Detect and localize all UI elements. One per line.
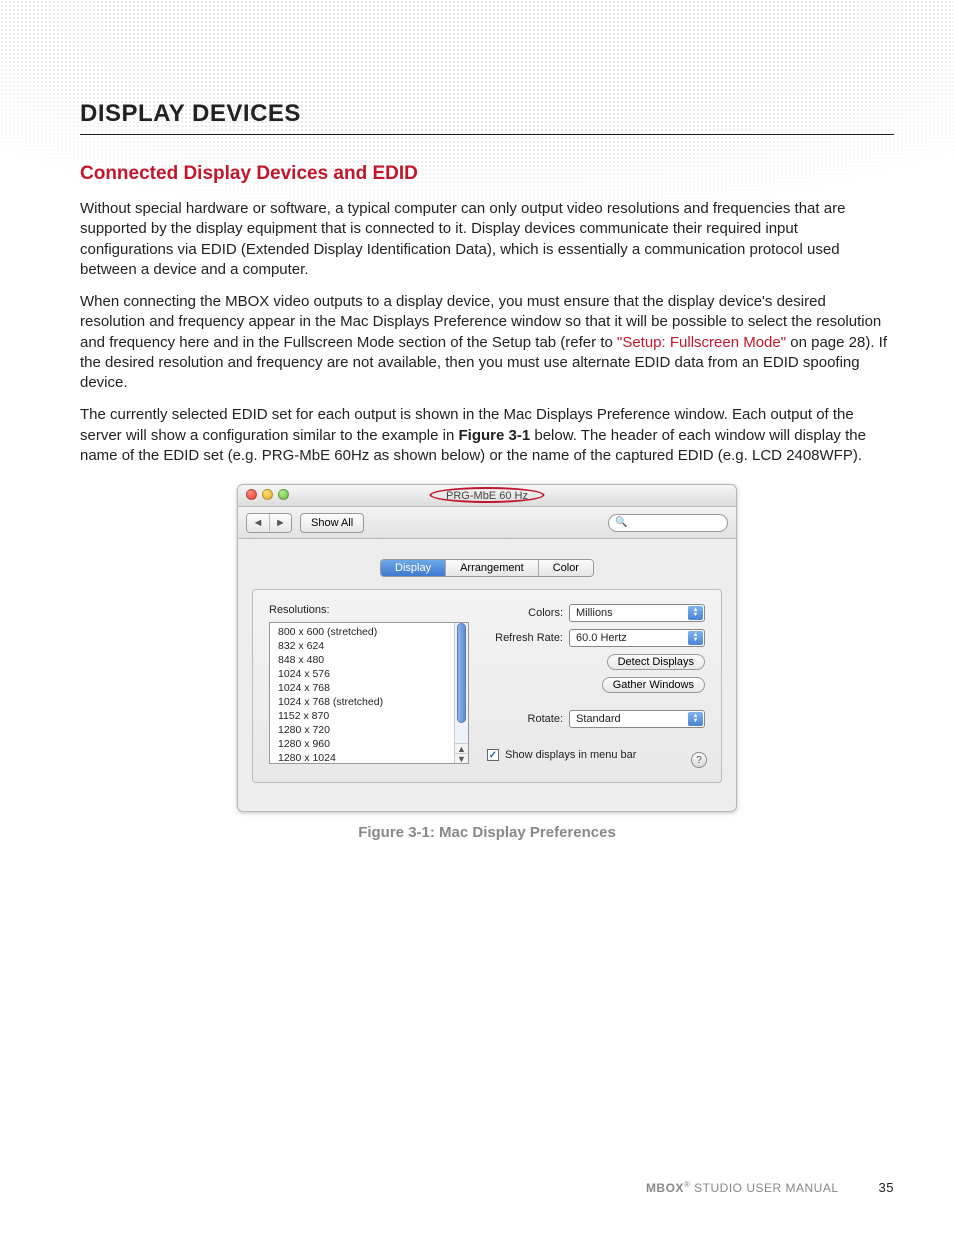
search-field[interactable]: 🔍: [608, 514, 728, 532]
window-titlebar: PRG-MbE 60 Hz: [238, 485, 736, 507]
back-button[interactable]: ◄: [247, 514, 269, 532]
select-caret-icon: ▲▼: [688, 606, 703, 620]
figure-ref: Figure 3-1: [459, 427, 531, 444]
forward-button[interactable]: ►: [269, 514, 291, 532]
select-caret-icon: ▲▼: [688, 631, 703, 645]
window-title: PRG-MbE 60 Hz: [446, 490, 528, 502]
resolution-item[interactable]: 1024 x 576: [270, 667, 468, 681]
detect-displays-button[interactable]: Detect Displays: [607, 654, 705, 670]
minimize-icon[interactable]: [262, 489, 273, 500]
display-panel: Resolutions: 800 x 600 (stretched) 832 x…: [252, 589, 722, 783]
colors-select[interactable]: Millions ▲▼: [569, 604, 705, 622]
subsection-heading: Connected Display Devices and EDID: [80, 163, 894, 185]
figure-caption: Figure 3-1: Mac Display Preferences: [80, 824, 894, 841]
page-footer: MBOX® STUDIO USER MANUAL 35: [80, 1180, 894, 1195]
mac-prefs-window: PRG-MbE 60 Hz ◄ ► Show All 🔍 Display Arr…: [237, 484, 737, 812]
resolutions-list[interactable]: 800 x 600 (stretched) 832 x 624 848 x 48…: [269, 622, 469, 764]
zoom-icon[interactable]: [278, 489, 289, 500]
tab-bar: Display Arrangement Color: [380, 559, 594, 577]
footer-product: MBOX: [646, 1181, 684, 1195]
menubar-checkbox[interactable]: ✓: [487, 749, 499, 761]
resolution-item[interactable]: 832 x 624: [270, 639, 468, 653]
page-number: 35: [879, 1180, 894, 1195]
scroll-up-icon[interactable]: ▲: [455, 743, 468, 753]
nav-segment: ◄ ►: [246, 513, 292, 533]
show-all-button[interactable]: Show All: [300, 513, 364, 533]
resolution-item[interactable]: 1280 x 720: [270, 723, 468, 737]
menubar-label: Show displays in menu bar: [505, 749, 636, 761]
resolution-item[interactable]: 1024 x 768 (stretched): [270, 695, 468, 709]
rotate-select[interactable]: Standard ▲▼: [569, 710, 705, 728]
colors-value: Millions: [576, 607, 613, 619]
xref-setup-fullscreen[interactable]: "Setup: Fullscreen Mode": [617, 334, 786, 351]
refresh-value: 60.0 Hertz: [576, 632, 627, 644]
scrollbar[interactable]: ▲ ▼: [454, 623, 468, 763]
toolbar: ◄ ► Show All 🔍: [238, 507, 736, 539]
refresh-select[interactable]: 60.0 Hertz ▲▼: [569, 629, 705, 647]
help-button[interactable]: ?: [691, 752, 707, 768]
paragraph-1: Without special hardware or software, a …: [80, 199, 894, 280]
resolution-item[interactable]: 1280 x 1024: [270, 751, 468, 764]
select-caret-icon: ▲▼: [688, 712, 703, 726]
resolution-item[interactable]: 848 x 480: [270, 653, 468, 667]
close-icon[interactable]: [246, 489, 257, 500]
paragraph-3: The currently selected EDID set for each…: [80, 405, 894, 466]
refresh-label: Refresh Rate:: [487, 632, 563, 644]
rotate-value: Standard: [576, 713, 621, 725]
colors-label: Colors:: [487, 607, 563, 619]
tab-color[interactable]: Color: [538, 560, 593, 576]
resolution-item[interactable]: 1280 x 960: [270, 737, 468, 751]
section-heading: DISPLAY DEVICES: [80, 100, 894, 135]
scroll-down-icon[interactable]: ▼: [455, 753, 468, 763]
search-icon: 🔍: [615, 517, 627, 528]
tab-display[interactable]: Display: [381, 560, 445, 576]
scroll-thumb[interactable]: [457, 623, 466, 723]
resolutions-label: Resolutions:: [269, 604, 469, 616]
footer-rest: STUDIO USER MANUAL: [690, 1181, 838, 1195]
rotate-label: Rotate:: [487, 713, 563, 725]
gather-windows-button[interactable]: Gather Windows: [602, 677, 705, 693]
resolution-item[interactable]: 1024 x 768: [270, 681, 468, 695]
resolution-item[interactable]: 800 x 600 (stretched): [270, 625, 468, 639]
tab-arrangement[interactable]: Arrangement: [445, 560, 538, 576]
resolution-item[interactable]: 1152 x 870: [270, 709, 468, 723]
paragraph-2: When connecting the MBOX video outputs t…: [80, 292, 894, 393]
